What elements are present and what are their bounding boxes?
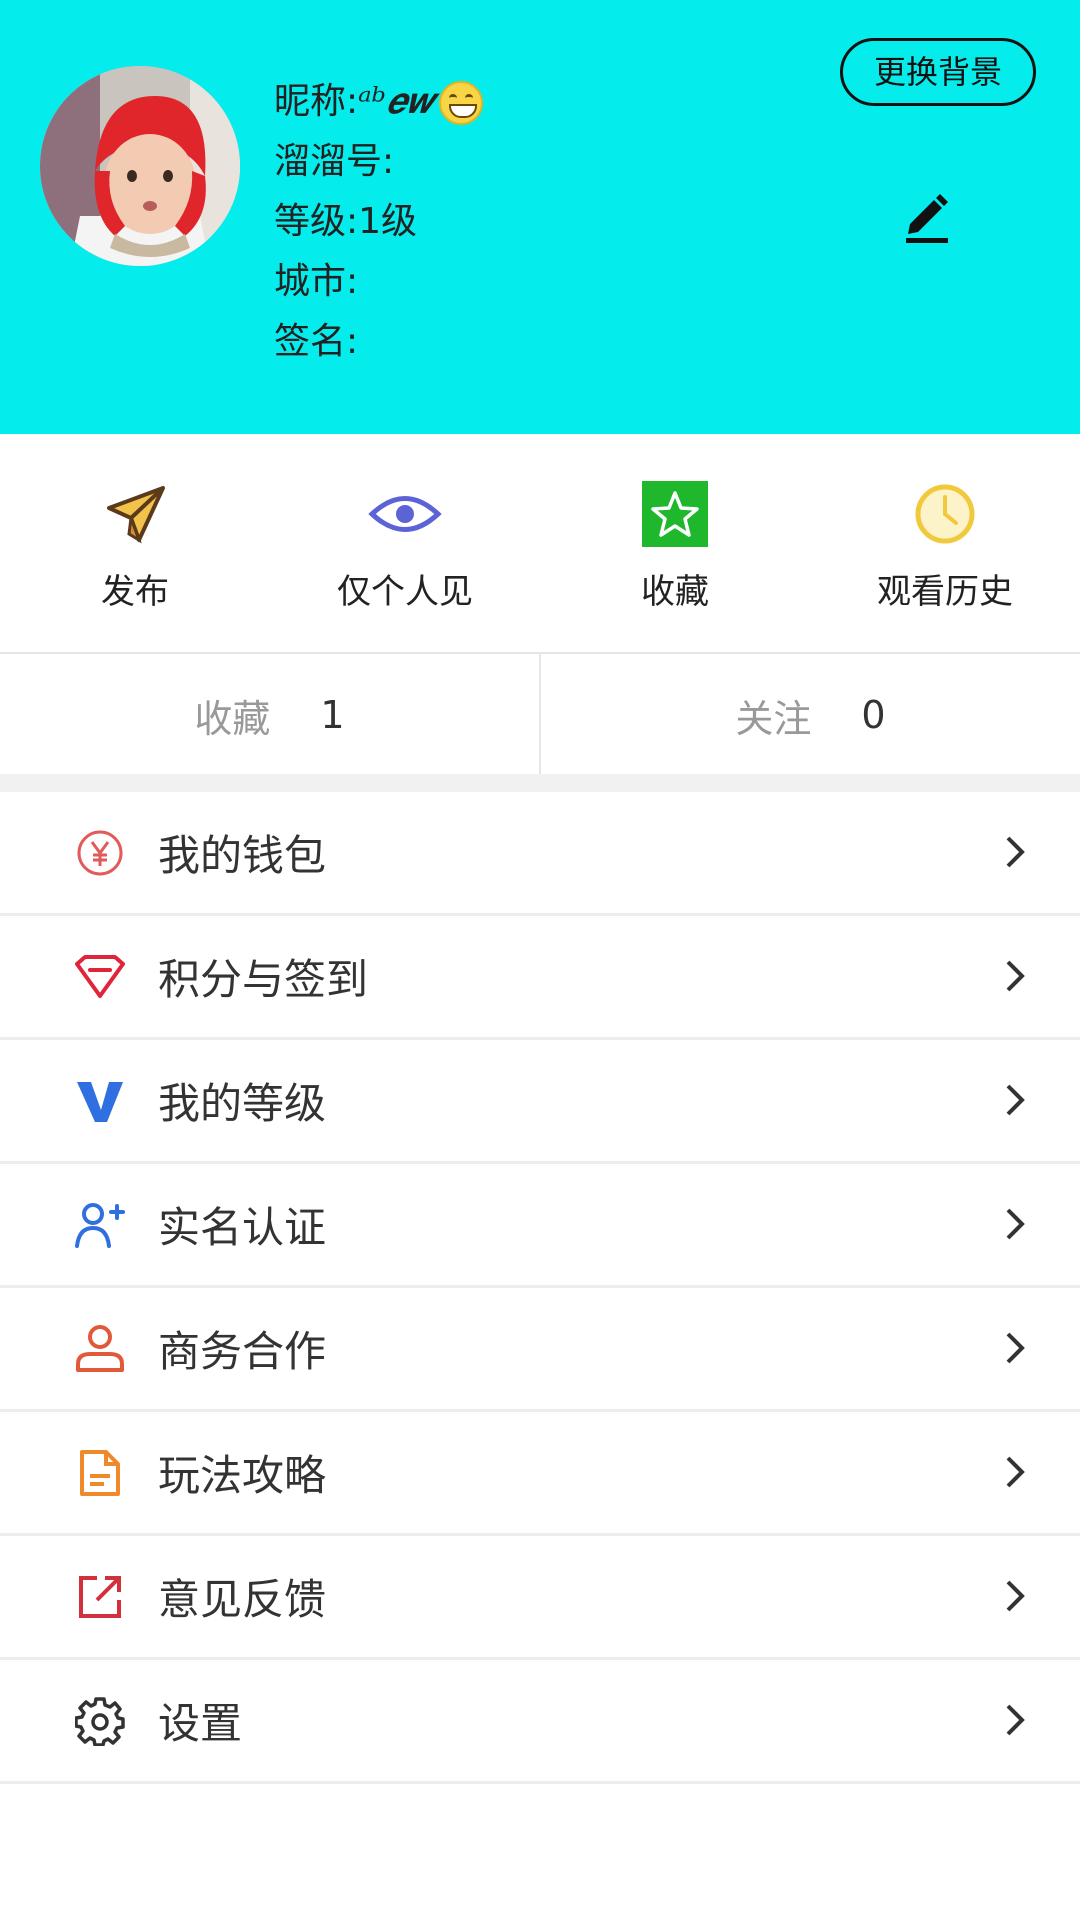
v-level-icon: [72, 1076, 128, 1126]
section-divider: [0, 774, 1080, 792]
menu-item-label: 积分与签到: [158, 955, 369, 1004]
change-background-button[interactable]: 更换背景: [840, 38, 1036, 106]
profile-header: 昵称:ᵃᵇ𝒆𝒘 溜溜号: 等级:1级 城市: 签名: 更换背景: [0, 0, 1080, 434]
quick-action-label: 观看历史: [877, 572, 1013, 612]
chevron-right-icon: [1006, 836, 1025, 868]
quick-action-label: 收藏: [641, 572, 709, 612]
chevron-right-icon: [1006, 1580, 1025, 1612]
star-icon: [635, 474, 715, 554]
nickname-row: 昵称:ᵃᵇ𝒆𝒘: [274, 72, 484, 132]
menu-item-feedback[interactable]: 意见反馈: [0, 1536, 1080, 1660]
favorites-count: 1: [320, 693, 345, 737]
nickname-value: ᵃᵇ𝒆𝒘: [358, 81, 436, 122]
menu-item-label: 实名认证: [158, 1203, 327, 1252]
menu-item-settings[interactable]: 设置: [0, 1660, 1080, 1784]
following-label: 关注: [735, 696, 812, 741]
add-user-icon: [72, 1200, 128, 1250]
quick-actions: 发布 仅个人见 收藏 观看历史: [0, 434, 1080, 652]
clock-icon: [905, 474, 985, 554]
menu-item-label: 我的等级: [158, 1079, 327, 1128]
favorites-stat[interactable]: 收藏 1: [0, 654, 541, 776]
chevron-right-icon: [1006, 1084, 1025, 1116]
yuan-icon: [72, 828, 128, 878]
menu-item-label: 商务合作: [158, 1327, 327, 1376]
menu-item-wallet[interactable]: 我的钱包: [0, 792, 1080, 916]
document-icon: [72, 1448, 128, 1498]
nickname-label: 昵称:: [274, 81, 359, 122]
following-count: 0: [861, 693, 886, 737]
following-stat[interactable]: 关注 0: [541, 654, 1080, 776]
grinning-emoji-icon: [439, 81, 484, 125]
quick-action-label: 发布: [101, 572, 169, 612]
chevron-right-icon: [1006, 1332, 1025, 1364]
level-row: 等级:1级: [274, 201, 418, 242]
paper-plane-icon: [95, 474, 175, 554]
chevron-right-icon: [1006, 1208, 1025, 1240]
quick-action-history[interactable]: 观看历史: [810, 434, 1080, 652]
quick-action-favorites[interactable]: 收藏: [540, 434, 810, 652]
menu-item-label: 设置: [158, 1699, 243, 1748]
external-link-icon: [72, 1572, 128, 1622]
city-row: 城市:: [274, 261, 359, 302]
eye-icon: [365, 474, 445, 554]
quick-action-label: 仅个人见: [337, 572, 473, 612]
chevron-right-icon: [1006, 1456, 1025, 1488]
menu-item-business-cooperation[interactable]: 商务合作: [0, 1288, 1080, 1412]
avatar[interactable]: [40, 66, 240, 266]
profile-info: 昵称:ᵃᵇ𝒆𝒘 溜溜号: 等级:1级 城市: 签名:: [274, 72, 484, 372]
edit-pencil-icon[interactable]: [902, 188, 952, 244]
settings-menu: 我的钱包 积分与签到 我的等级 实名认证 商务合作 玩法攻略 意见反馈 设置: [0, 792, 1080, 1784]
menu-item-my-level[interactable]: 我的等级: [0, 1040, 1080, 1164]
person-icon: [72, 1324, 128, 1374]
quick-action-publish[interactable]: 发布: [0, 434, 270, 652]
liuliu-id-row: 溜溜号:: [274, 141, 395, 182]
diamond-icon: [72, 952, 128, 1002]
quick-action-private[interactable]: 仅个人见: [270, 434, 540, 652]
menu-item-label: 我的钱包: [158, 831, 327, 880]
chevron-right-icon: [1006, 960, 1025, 992]
chevron-right-icon: [1006, 1704, 1025, 1736]
menu-item-real-name-verification[interactable]: 实名认证: [0, 1164, 1080, 1288]
menu-item-label: 玩法攻略: [158, 1451, 327, 1500]
menu-item-label: 意见反馈: [158, 1575, 327, 1624]
menu-item-points-checkin[interactable]: 积分与签到: [0, 916, 1080, 1040]
menu-item-gameplay-guide[interactable]: 玩法攻略: [0, 1412, 1080, 1536]
gear-icon: [72, 1696, 128, 1746]
signature-row: 签名:: [274, 321, 359, 362]
stats-bar: 收藏 1 关注 0: [0, 652, 1080, 776]
favorites-label: 收藏: [194, 696, 271, 741]
